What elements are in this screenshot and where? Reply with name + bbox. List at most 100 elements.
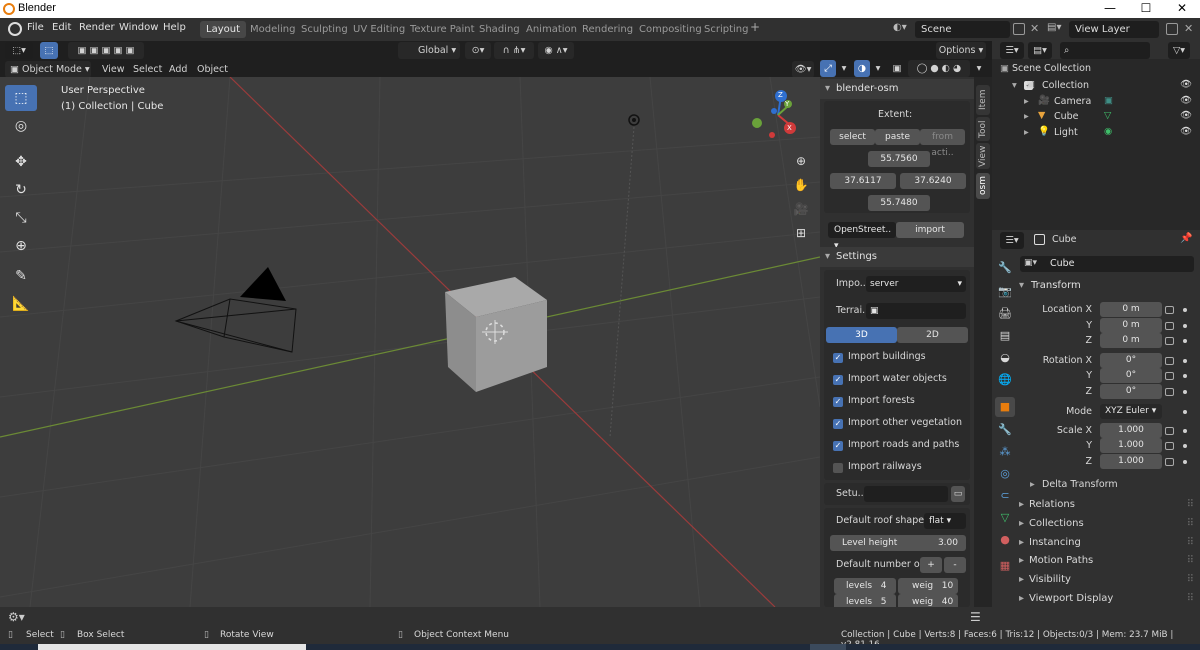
extent-left-field[interactable]: 37.6117 [830, 173, 896, 189]
delta-transform-header[interactable]: ▸ Delta Transform [1028, 477, 1198, 493]
properties-editor-type-icon[interactable]: ☰▾ [1000, 232, 1024, 249]
menu-select[interactable]: Select [133, 64, 162, 75]
drag-handle-icon[interactable]: ⠿ [1187, 552, 1194, 570]
drag-handle-icon[interactable]: ⠿ [1187, 571, 1194, 589]
import-checkbox[interactable]: ✓ [833, 353, 843, 363]
lock-icon[interactable] [1165, 372, 1174, 380]
import-mode-dropdown[interactable]: server ▾ [866, 276, 966, 292]
remove-level-button[interactable]: - [944, 557, 966, 573]
visibility-eye-icon[interactable]: 👁▾ [792, 61, 814, 78]
menu-add[interactable]: Add [169, 64, 187, 75]
gizmo-toggle-icon[interactable]: ⤢ [820, 60, 836, 77]
menu-window[interactable]: Window [119, 22, 158, 33]
tab-view[interactable]: View [976, 143, 990, 169]
visibility-eye-icon[interactable]: 👁 [1180, 110, 1192, 121]
physics-tab-icon[interactable]: ◎ [995, 464, 1015, 484]
property-section-header[interactable]: Instancing ⠿ [1015, 534, 1198, 552]
keyframe-dot-icon[interactable] [1183, 410, 1187, 414]
select-tool-icon[interactable]: ⬚ [5, 85, 37, 111]
pan-hand-icon[interactable]: ✋ [790, 174, 812, 196]
timeline-editor-type-icon[interactable]: ⚙▾ [8, 610, 25, 624]
tab-tool[interactable]: Tool [976, 117, 990, 141]
move-tool-icon[interactable]: ✥ [5, 149, 37, 175]
shading-mode-icons[interactable]: ◯ ● ◐ ◕ [908, 60, 970, 77]
close-button[interactable]: ✕ [1164, 0, 1200, 18]
visibility-eye-icon[interactable]: 👁 [1180, 126, 1192, 137]
expand-arrow-icon[interactable]: ▾ [1012, 80, 1017, 91]
tab-osm[interactable]: osm [976, 173, 990, 199]
property-section-header[interactable]: Relations ⠿ [1015, 496, 1198, 514]
ortho-grid-icon[interactable]: ⊞ [790, 222, 812, 244]
3d-viewport[interactable]: User Perspective (1) Collection | Cube ⬚… [0, 77, 820, 607]
expand-arrow-icon[interactable]: ▸ [1024, 127, 1029, 138]
cursor-tool-icon[interactable]: ◎ [5, 113, 37, 139]
select-box-tool-icon[interactable]: ⬚ [40, 42, 58, 59]
tab-shading[interactable]: Shading [473, 21, 526, 38]
minimize-button[interactable]: — [1092, 0, 1128, 18]
transform-panel-header[interactable]: ▾ Transform [1015, 277, 1198, 295]
outliner-row[interactable]: ▸ ▼ Cube ▽ 👁 [992, 110, 1200, 125]
level-height-field[interactable]: Level height 3.00 [830, 535, 966, 551]
scene-field[interactable]: Scene [915, 21, 1010, 38]
hamburger-menu-icon[interactable]: ☰ [970, 610, 981, 624]
annotate-tool-icon[interactable]: ✎ [5, 263, 37, 289]
property-section-header[interactable]: Motion Paths ⠿ [1015, 552, 1198, 570]
import-checkbox[interactable]: ✓ [833, 397, 843, 407]
outliner-row[interactable]: ▸ 🎥 Camera ▣ 👁 [992, 95, 1200, 110]
rotation-y-field[interactable]: 0° [1100, 368, 1162, 383]
rotation-z-field[interactable]: 0° [1100, 384, 1162, 399]
add-level-button[interactable]: + [920, 557, 942, 573]
settings-panel-header[interactable]: Settings [820, 247, 974, 267]
extent-bottom-field[interactable]: 55.7480 [868, 195, 930, 211]
property-section-header[interactable]: Viewport Display ⠿ [1015, 590, 1198, 608]
terrain-field[interactable]: ▣ [866, 303, 966, 319]
outliner-row[interactable]: ▸ 💡 Light ◉ 👁 [992, 126, 1200, 141]
object-name-field[interactable]: ▣▾ Cube [1020, 256, 1194, 272]
overlay-menu-icon[interactable]: ▾ [872, 60, 884, 77]
scene-browse-icon[interactable]: ◐▾ [893, 22, 911, 37]
gizmo-menu-icon[interactable]: ▾ [838, 60, 850, 77]
extent-paste-button[interactable]: paste [875, 129, 920, 145]
menu-file[interactable]: File [27, 22, 44, 33]
scale-y-field[interactable]: 1.000 [1100, 438, 1162, 453]
keyframe-dot-icon[interactable] [1183, 374, 1187, 378]
tab-layout[interactable]: Layout [200, 21, 246, 38]
menu-view[interactable]: View [102, 64, 125, 75]
proportional-edit-icon[interactable]: ◉ ∧▾ [538, 42, 574, 59]
transform-tool-icon[interactable]: ⊕ [5, 233, 37, 259]
cube-data-icon[interactable]: ▽ [1104, 110, 1111, 121]
tab-animation[interactable]: Animation [520, 21, 583, 38]
keyframe-dot-icon[interactable] [1183, 390, 1187, 394]
view-layer-browse-icon[interactable]: ▤▾ [1047, 22, 1065, 37]
selection-mode-icons[interactable]: ▣ ▣ ▣ ▣ ▣ [68, 42, 144, 59]
levels-field-1[interactable]: levels 4 [834, 578, 896, 594]
levels-field-2[interactable]: levels 5 [834, 594, 896, 607]
camera-data-icon[interactable]: ▣ [1104, 95, 1113, 106]
pin-icon[interactable]: 📌 [1180, 233, 1192, 244]
xray-toggle-icon[interactable]: ▣ [890, 60, 904, 77]
render-properties-tab-icon[interactable]: 📷 [995, 282, 1015, 302]
overlay-toggle-icon[interactable]: ◑ [854, 60, 870, 77]
lock-icon[interactable] [1165, 357, 1174, 365]
transform-orientation-dropdown[interactable]: Global ▾ [398, 42, 460, 59]
menu-edit[interactable]: Edit [52, 22, 71, 33]
pivot-point-icon[interactable]: ⊙▾ [465, 42, 491, 59]
menu-object[interactable]: Object [197, 64, 228, 75]
tab-rendering[interactable]: Rendering [576, 21, 639, 38]
camera-view-icon[interactable]: 🎥 [790, 198, 812, 220]
material-tab-icon[interactable]: ● [995, 530, 1015, 550]
keyframe-dot-icon[interactable] [1183, 308, 1187, 312]
add-workspace-button[interactable]: + [750, 20, 760, 34]
shading-menu-icon[interactable]: ▾ [972, 60, 986, 77]
outliner-row[interactable]: ▾ ✓ ▣ Collection 👁 [992, 79, 1200, 94]
extent-right-field[interactable]: 37.6240 [900, 173, 966, 189]
import-checkbox[interactable] [833, 463, 843, 473]
tab-item[interactable]: Item [976, 85, 990, 115]
new-scene-icon[interactable] [1013, 23, 1025, 35]
maximize-button[interactable]: ☐ [1128, 0, 1164, 18]
osm-import-button[interactable]: import [896, 222, 964, 238]
import-checkbox[interactable]: ✓ [833, 419, 843, 429]
texture-tab-icon[interactable]: ▦ [995, 556, 1015, 576]
keyframe-dot-icon[interactable] [1183, 359, 1187, 363]
scale-z-field[interactable]: 1.000 [1100, 454, 1162, 469]
